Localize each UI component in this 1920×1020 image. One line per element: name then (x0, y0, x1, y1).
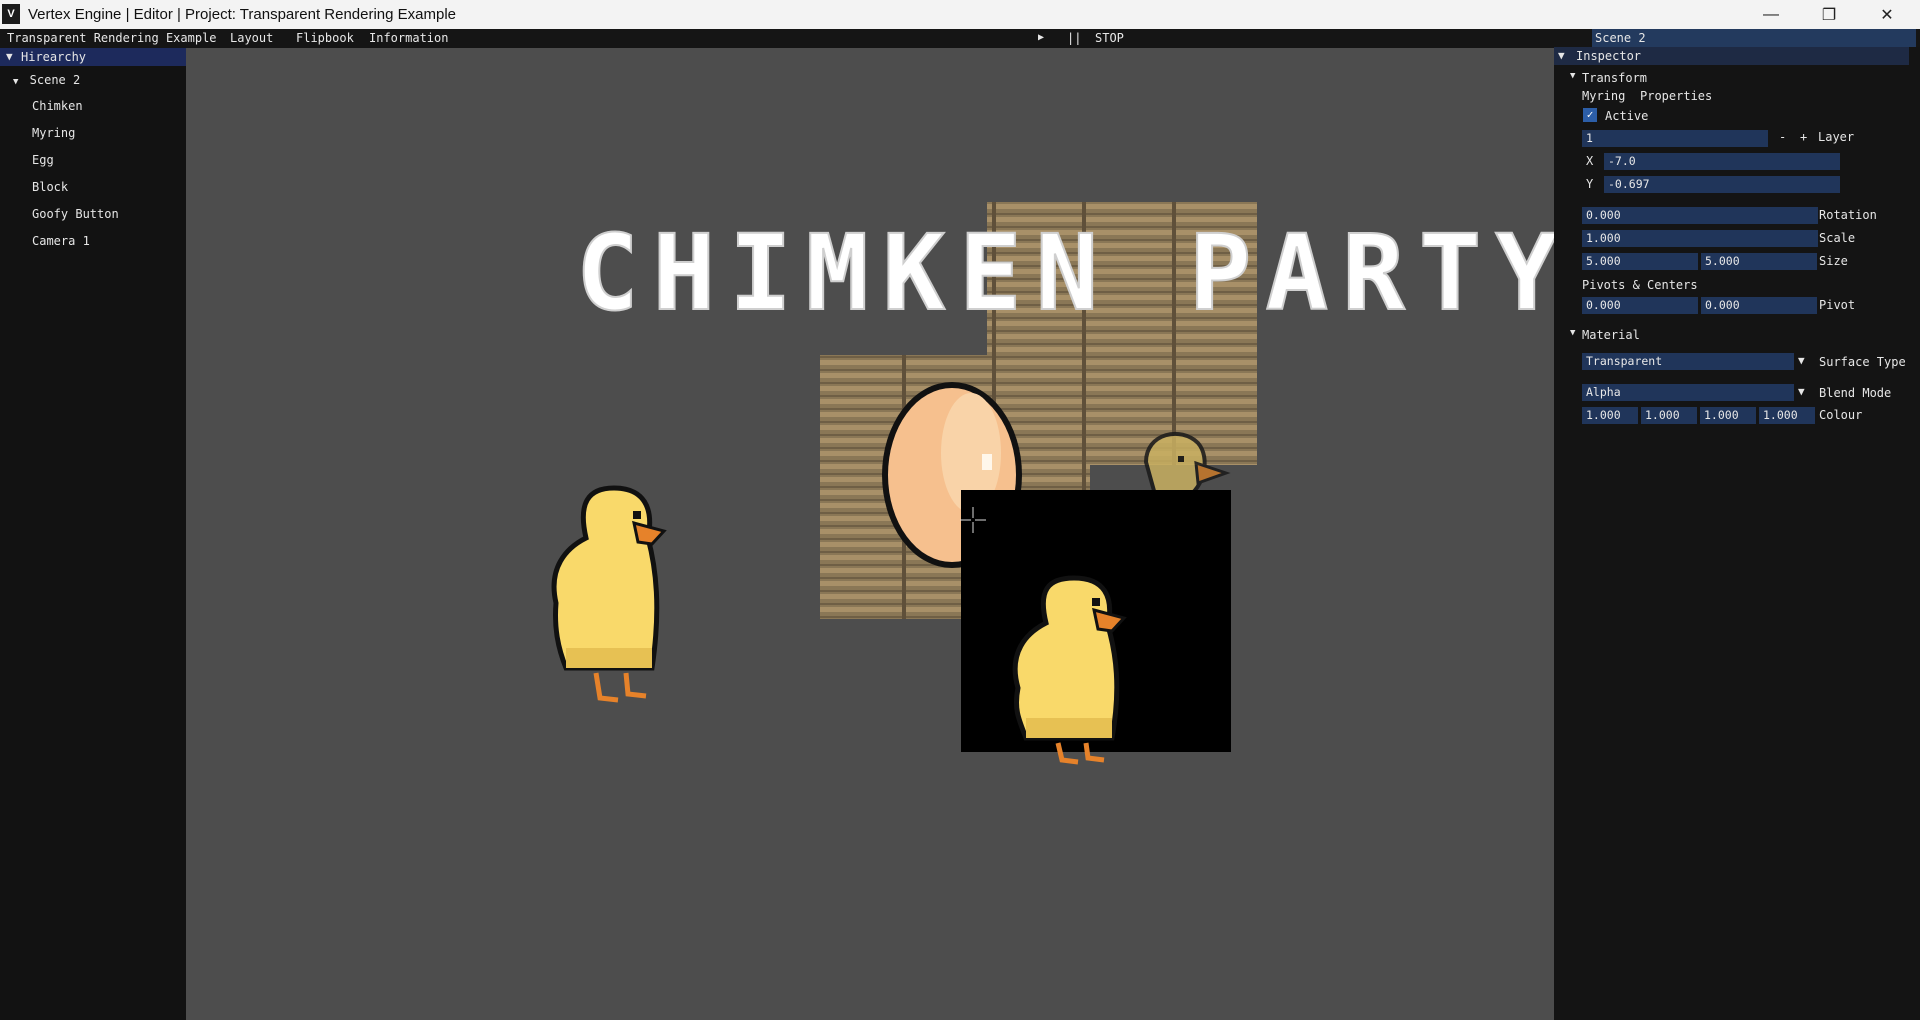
layer-increment-button[interactable]: + (1800, 130, 1807, 144)
properties-label: Properties (1640, 89, 1713, 103)
hierarchy-item-egg[interactable]: Egg (32, 153, 54, 167)
collapse-arrow-icon[interactable]: ▼ (1570, 71, 1575, 81)
checkmark-icon: ✓ (1586, 108, 1594, 121)
play-button[interactable]: ▶ (1038, 32, 1044, 43)
layer-decrement-button[interactable]: - (1779, 130, 1786, 144)
object-name: Myring (1582, 89, 1626, 103)
menu-layout[interactable]: Layout (230, 31, 273, 45)
scale-label: Scale (1819, 231, 1856, 245)
size-label: Size (1819, 254, 1848, 268)
hierarchy-item-camera-1[interactable]: Camera 1 (32, 234, 90, 248)
layer-input[interactable]: 1 (1582, 130, 1768, 147)
scene-title-text: CHIMKEN PARTY (575, 212, 1554, 334)
scene-viewport[interactable]: CHIMKEN PARTY (186, 48, 1554, 1020)
hierarchy-scene-node[interactable]: ▼ Scene 2 (13, 73, 80, 87)
close-icon: ✕ (1880, 6, 1894, 24)
window-title: Vertex Engine | Editor | Project: Transp… (28, 6, 457, 23)
inspector-title: Inspector (1576, 49, 1642, 63)
blend-mode-select[interactable]: Alpha (1582, 384, 1794, 401)
menu-flipbook[interactable]: Flipbook (296, 31, 354, 45)
collapse-arrow-icon: ▼ (13, 77, 19, 87)
x-label: X (1586, 154, 1594, 168)
app-logo-icon: V (2, 4, 20, 24)
restore-icon: ❐ (1821, 6, 1837, 24)
hierarchy-title: Hirearchy (21, 50, 87, 64)
hierarchy-item-myring[interactable]: Myring (32, 126, 75, 140)
myring-sprite[interactable] (961, 490, 1231, 765)
surface-type-label: Surface Type (1819, 355, 1906, 369)
position-y-input[interactable]: -0.697 (1604, 176, 1840, 193)
menu-project[interactable]: Transparent Rendering Example (7, 31, 217, 45)
active-label: Active (1605, 109, 1649, 123)
position-x-input[interactable]: -7.0 (1604, 153, 1840, 170)
dropdown-arrow-icon[interactable]: ▼ (1798, 385, 1805, 398)
rotation-input[interactable]: 0.000 (1582, 207, 1818, 224)
material-section-label[interactable]: Material (1582, 328, 1640, 342)
close-button[interactable]: ✕ (1858, 0, 1916, 29)
hierarchy-item-chimken[interactable]: Chimken (32, 99, 83, 113)
dropdown-arrow-icon[interactable]: ▼ (1798, 354, 1805, 367)
hierarchy-item-goofy-button[interactable]: Goofy Button (32, 207, 119, 221)
play-icon: ▶ (1038, 32, 1045, 43)
minimize-icon: — (1763, 5, 1779, 23)
hierarchy-item-block[interactable]: Block (32, 180, 68, 194)
colour-r-input[interactable]: 1.000 (1582, 407, 1638, 424)
inspector-panel: ▼ Inspector ▼ Transform Myring Propertie… (1554, 47, 1920, 1020)
hierarchy-panel: ▼ Hirearchy ▼ Scene 2 Chimken Myring Egg… (0, 48, 186, 1020)
pivot-y-input[interactable]: 0.000 (1701, 297, 1817, 314)
colour-label: Colour (1819, 408, 1863, 422)
layer-label: Layer (1818, 130, 1855, 144)
size-y-input[interactable]: 5.000 (1701, 253, 1817, 270)
y-label: Y (1586, 177, 1594, 191)
size-x-input[interactable]: 5.000 (1582, 253, 1698, 270)
pivot-x-input[interactable]: 0.000 (1582, 297, 1698, 314)
inspector-header[interactable]: ▼ Inspector (1554, 47, 1909, 65)
pivot-label: Pivot (1819, 298, 1856, 312)
rotation-label: Rotation (1819, 208, 1877, 222)
active-checkbox[interactable]: ✓ (1583, 108, 1597, 122)
chimken-duck-sprite[interactable] (551, 485, 667, 703)
restore-button[interactable]: ❐ (1800, 0, 1858, 29)
scale-input[interactable]: 1.000 (1582, 230, 1818, 247)
colour-g-input[interactable]: 1.000 (1641, 407, 1697, 424)
collapse-arrow-icon[interactable]: ▼ (1570, 328, 1575, 338)
collapse-arrow-icon: ▼ (6, 50, 13, 63)
scene-canvas (551, 202, 1257, 765)
window-title-bar: V Vertex Engine | Editor | Project: Tran… (0, 0, 1920, 29)
colour-b-input[interactable]: 1.000 (1700, 407, 1756, 424)
tab-scene-2[interactable]: Scene 2 (1592, 29, 1916, 47)
collapse-arrow-icon: ▼ (1558, 49, 1565, 62)
scene-label: Scene 2 (29, 73, 81, 87)
colour-a-input[interactable]: 1.000 (1759, 407, 1815, 424)
minimize-button[interactable]: — (1742, 0, 1800, 29)
pivots-label: Pivots & Centers (1582, 278, 1698, 292)
stop-button[interactable]: STOP (1095, 31, 1124, 45)
menu-information[interactable]: Information (369, 31, 448, 45)
pause-button[interactable]: || (1067, 31, 1081, 45)
blend-mode-label: Blend Mode (1819, 386, 1892, 400)
hierarchy-header[interactable]: ▼ Hirearchy (0, 48, 186, 66)
transform-section-label[interactable]: Transform (1582, 71, 1647, 85)
surface-type-select[interactable]: Transparent (1582, 353, 1794, 370)
